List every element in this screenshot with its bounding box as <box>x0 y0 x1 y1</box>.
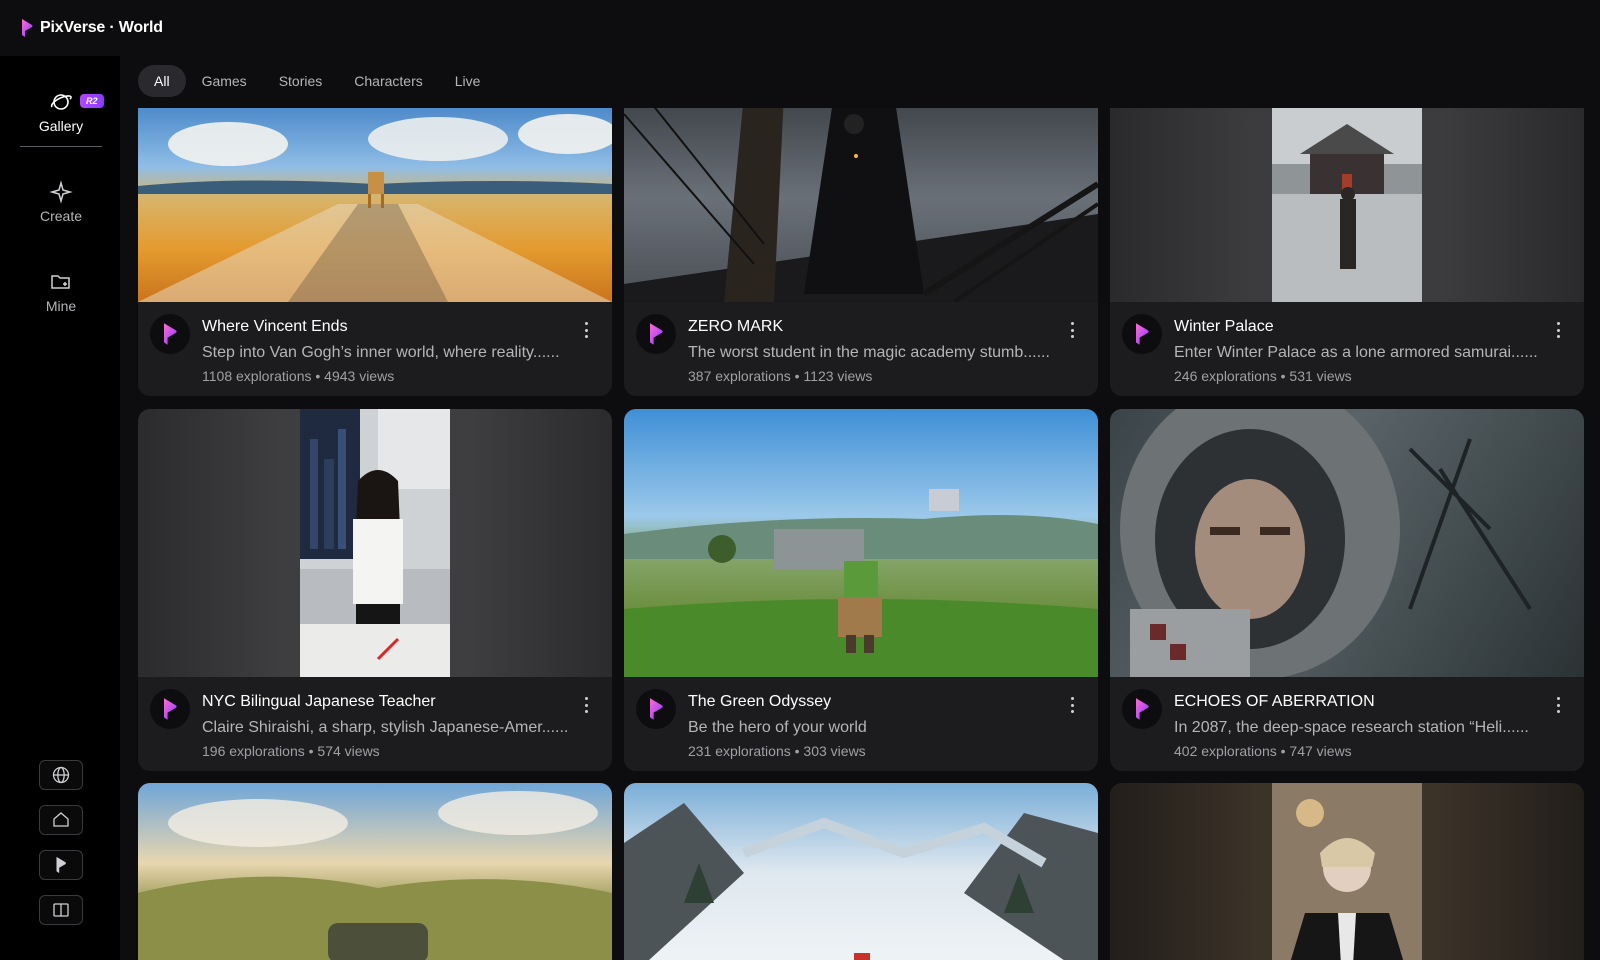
card-stats: 231 explorations • 303 views <box>688 743 866 759</box>
folder-icon <box>51 275 70 289</box>
card-description: Step into Van Gogh’s inner world, where … <box>202 344 560 361</box>
world-card[interactable] <box>624 783 1098 960</box>
pixverse-logo-icon <box>22 19 33 37</box>
pixverse-logo-icon <box>56 856 66 874</box>
sparkle-icon <box>49 180 73 204</box>
winter-palace-image <box>1272 108 1422 302</box>
world-card[interactable]: Where Vincent Ends Step into Van Gogh’s … <box>138 108 612 396</box>
sidebar-item-label: Mine <box>45 298 77 314</box>
pixverse-logo-icon <box>1136 698 1149 720</box>
sidebar-item-label: Gallery <box>38 118 84 134</box>
pixverse-logo-icon <box>1136 323 1149 345</box>
more-options-button[interactable] <box>578 695 594 715</box>
creator-avatar[interactable] <box>636 314 676 354</box>
sidebar-item-create[interactable]: Create <box>20 180 102 224</box>
creator-avatar[interactable] <box>1122 689 1162 729</box>
tab-stories[interactable]: Stories <box>263 65 339 97</box>
card-title[interactable]: ECHOES OF ABERRATION <box>1174 692 1584 712</box>
more-options-button[interactable] <box>1550 695 1566 715</box>
category-tabs: All Games Stories Characters Live <box>138 65 496 97</box>
creator-avatar[interactable] <box>636 689 676 729</box>
card-stats: 246 explorations • 531 views <box>1174 368 1352 384</box>
creator-avatar[interactable] <box>150 689 190 729</box>
more-options-button[interactable] <box>1064 320 1080 340</box>
sidebar-item-gallery[interactable]: R2 Gallery <box>20 90 104 147</box>
creator-avatar[interactable] <box>150 314 190 354</box>
green-odyssey-image <box>624 489 1098 677</box>
card-description: Be the hero of your world <box>688 719 867 736</box>
book-icon <box>53 903 69 917</box>
card-thumbnail[interactable] <box>138 783 612 960</box>
card-description: In 2087, the deep-space research station… <box>1174 719 1529 736</box>
home-icon <box>53 812 69 827</box>
globe-button[interactable] <box>39 760 83 790</box>
card-title[interactable]: ZERO MARK <box>688 317 1098 337</box>
card-stats: 1108 explorations • 4943 views <box>202 368 395 384</box>
astronaut-image <box>1120 409 1532 677</box>
card-thumbnail[interactable] <box>624 409 1098 677</box>
card-stats: 196 explorations • 574 views <box>202 743 380 759</box>
card-thumbnail[interactable] <box>624 783 1098 960</box>
pixverse-logo-icon <box>650 698 663 720</box>
world-card[interactable] <box>1110 783 1584 960</box>
sidebar-item-label: Create <box>39 208 83 224</box>
home-button[interactable] <box>39 805 83 835</box>
card-title[interactable]: Winter Palace <box>1174 317 1584 337</box>
snow-mountain-image <box>624 803 1098 960</box>
pixverse-logo-icon <box>164 698 177 720</box>
docs-button[interactable] <box>39 895 83 925</box>
pixverse-logo-icon <box>164 323 177 345</box>
card-thumbnail[interactable] <box>138 409 612 677</box>
world-card[interactable]: ECHOES OF ABERRATION In 2087, the deep-s… <box>1110 409 1584 771</box>
teacher-image <box>300 409 450 677</box>
world-card[interactable] <box>138 783 612 960</box>
tab-all[interactable]: All <box>138 65 186 97</box>
world-card[interactable]: Winter Palace Enter Winter Palace as a l… <box>1110 108 1584 396</box>
creator-avatar[interactable] <box>1122 314 1162 354</box>
card-title[interactable]: NYC Bilingual Japanese Teacher <box>202 692 612 712</box>
more-options-button[interactable] <box>578 320 594 340</box>
card-thumbnail[interactable] <box>1110 108 1584 302</box>
brand-name: PixVerse · World <box>40 19 163 36</box>
card-title[interactable]: Where Vincent Ends <box>202 317 612 337</box>
card-stats: 402 explorations • 747 views <box>1174 743 1352 759</box>
more-options-button[interactable] <box>1550 320 1566 340</box>
card-description: Claire Shiraishi, a sharp, stylish Japan… <box>202 719 569 736</box>
tab-characters[interactable]: Characters <box>338 65 438 97</box>
top-bar: PixVerse · World <box>0 0 1600 56</box>
portrait-image <box>1272 783 1422 960</box>
world-card[interactable]: NYC Bilingual Japanese Teacher Claire Sh… <box>138 409 612 771</box>
ship-mast-image <box>624 108 1098 302</box>
sidebar-item-mine[interactable]: Mine <box>20 270 102 314</box>
planet-icon <box>50 94 72 110</box>
tab-games[interactable]: Games <box>186 65 263 97</box>
wheat-field-image <box>138 114 612 302</box>
card-thumbnail[interactable] <box>138 108 612 302</box>
tab-live[interactable]: Live <box>439 65 497 97</box>
more-options-button[interactable] <box>1064 695 1080 715</box>
hills-car-image <box>138 791 612 960</box>
card-title[interactable]: The Green Odyssey <box>688 692 1098 712</box>
brand[interactable]: PixVerse · World <box>20 18 163 38</box>
card-thumbnail[interactable] <box>1110 783 1584 960</box>
world-card[interactable]: ZERO MARK The worst student in the magic… <box>624 108 1098 396</box>
card-description: The worst student in the magic academy s… <box>688 344 1050 361</box>
r2-badge: R2 <box>80 94 104 108</box>
pixverse-logo-icon <box>650 323 663 345</box>
card-stats: 387 explorations • 1123 views <box>688 368 873 384</box>
card-thumbnail[interactable] <box>1110 409 1584 677</box>
pixverse-app-button[interactable] <box>39 850 83 880</box>
gallery-grid: Where Vincent Ends Step into Van Gogh’s … <box>138 108 1584 960</box>
world-card[interactable]: The Green Odyssey Be the hero of your wo… <box>624 409 1098 771</box>
globe-icon <box>52 766 70 784</box>
sidebar: R2 Gallery Create Mine <box>0 56 120 960</box>
card-description: Enter Winter Palace as a lone armored sa… <box>1174 344 1538 361</box>
card-thumbnail[interactable] <box>624 108 1098 302</box>
